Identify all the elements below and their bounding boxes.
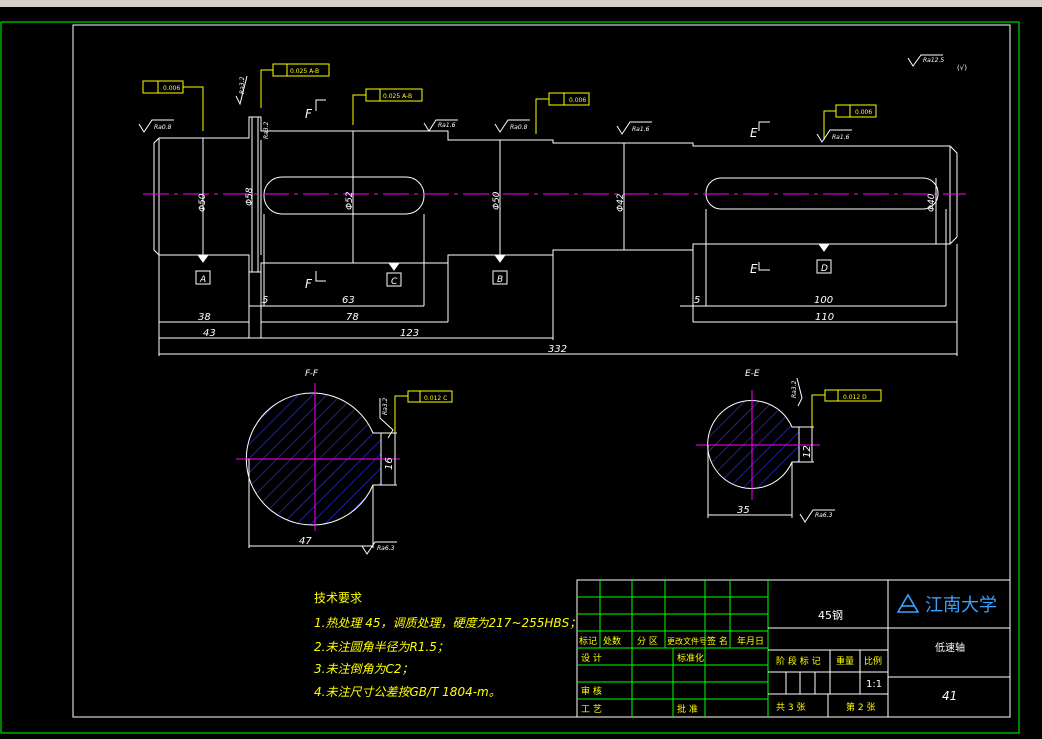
tb-h-doc: 更改文件号 <box>667 636 707 646</box>
tol-runout-4: 0.006 <box>569 97 586 104</box>
section-mark-e-top: E <box>750 126 758 140</box>
tb-h-zone: 分 区 <box>637 636 658 647</box>
dim-123: 123 <box>400 328 419 339</box>
tb-h-weight: 重量 <box>836 655 854 667</box>
tol-runout-2: 0.025 A-B <box>290 68 319 75</box>
section-ee <box>696 389 882 518</box>
dim-phi52: Φ52 <box>345 191 355 210</box>
ra-shoulder: Ra3.2 <box>239 76 246 94</box>
dim-ee-35: 35 <box>737 505 750 516</box>
tb-h-date: 年月日 <box>737 635 764 647</box>
section-ff-title: F-F <box>305 369 319 379</box>
dim-43: 43 <box>203 328 216 339</box>
tol-runout-1: 0.006 <box>163 85 180 92</box>
dim-78: 78 <box>346 312 359 323</box>
ra-note-suffix: (√) <box>957 64 967 72</box>
section-mark-f-top: F <box>305 107 313 121</box>
ra-shaft-left: Ra0.8 <box>154 124 172 131</box>
tech-title: 技术要求 <box>314 591 362 605</box>
university-logo-icon <box>896 593 920 613</box>
tb-sheets-total: 共 3 张 <box>776 702 805 713</box>
dim-phi40: Φ40 <box>927 193 937 212</box>
ra-ee-bottom: Ra6.3 <box>815 512 833 519</box>
tb-sheet-no: 第 2 张 <box>846 701 875 713</box>
dim-ff-key: 16 <box>384 457 395 470</box>
ra-collar: Ra3.2 <box>263 121 270 139</box>
right-edge-strip <box>1026 7 1042 739</box>
section-mark-e-bottom: E <box>750 262 758 276</box>
tech-line-3: 3.未注倒角为C2； <box>314 662 413 676</box>
ra-ee-key: Ra3.2 <box>791 380 798 398</box>
dim-332: 332 <box>548 344 567 355</box>
tb-h-approve: 批 准 <box>677 703 698 715</box>
dim-110: 110 <box>815 312 834 323</box>
section-mark-f-bottom: F <box>305 277 313 291</box>
dim-phi58: Φ58 <box>245 187 255 206</box>
tol-sym-c: 0.012 C <box>424 395 447 402</box>
datum-d: D <box>821 264 828 274</box>
datum-a: A <box>199 275 206 285</box>
ra-step: Ra1.6 <box>632 126 650 133</box>
tech-line-4: 4.未注尺寸公差按GB/T 1804-m。 <box>314 685 501 699</box>
datum-b: B <box>497 275 503 285</box>
tb-h-review: 审 核 <box>581 685 602 697</box>
dim-phi50-right: Φ50 <box>492 191 502 210</box>
tb-h-design: 设 计 <box>581 652 602 664</box>
dim-63: 63 <box>342 295 355 306</box>
tb-part-name: 低速轴 <box>935 641 965 654</box>
keyway-f <box>263 176 425 215</box>
dim-phi42: Φ42 <box>616 193 626 212</box>
tech-line-2: 2.未注圆角半径为R1.5； <box>314 640 449 654</box>
ra-bearing: Ra0.8 <box>510 124 528 131</box>
tb-h-scale: 比例 <box>864 655 882 667</box>
section-ee-title: E-E <box>745 369 760 379</box>
tol-sym-d: 0.012 D <box>843 394 867 401</box>
tb-university: 江南大学 <box>925 595 997 616</box>
dim-ee-key: 12 <box>802 445 813 458</box>
tb-h-stage: 阶 段 标 记 <box>776 655 821 667</box>
ra-ff-bottom: Ra6.3 <box>377 545 395 552</box>
ra-note: Ra12.5 <box>923 57 944 64</box>
tb-h-process: 工 艺 <box>581 704 602 715</box>
tb-material: 45钢 <box>818 609 843 622</box>
dim-ff-47: 47 <box>299 536 312 547</box>
tb-drawing-no: 41 <box>942 689 957 703</box>
ra-mid: Ra1.6 <box>438 122 456 129</box>
datum-markers <box>195 243 832 287</box>
ra-ff-key: Ra3.2 <box>382 397 389 415</box>
section-ff <box>236 383 453 548</box>
dim-phi50-left: Φ50 <box>198 193 208 212</box>
tb-h-std: 标准化 <box>677 652 704 664</box>
length-dim-lines <box>158 209 958 356</box>
tol-runout-3: 0.025 A-B <box>383 93 412 100</box>
section-cut-marks <box>315 99 770 282</box>
tb-h-sign: 签 名 <box>707 635 728 647</box>
tech-line-1: 1.热处理 45，调质处理，硬度为217~255HBS； <box>314 616 581 630</box>
dim-100: 100 <box>814 295 833 306</box>
tol-runout-5: 0.006 <box>855 109 872 116</box>
dim-5-left: 5 <box>262 295 268 306</box>
dim-38: 38 <box>198 312 211 323</box>
cad-drawing-canvas[interactable]: Φ50 Φ58 Φ52 Φ50 Φ42 Φ40 A C B D F F E E … <box>0 0 1026 739</box>
drawing-frame <box>72 24 1011 718</box>
ra-end: Ra1.6 <box>832 134 850 141</box>
dim-5-right: 5 <box>694 295 700 306</box>
tb-scale: 1:1 <box>866 679 882 690</box>
tb-h-count: 处数 <box>603 635 621 647</box>
tb-h-mark: 标记 <box>579 635 597 647</box>
datum-c: C <box>391 277 398 287</box>
